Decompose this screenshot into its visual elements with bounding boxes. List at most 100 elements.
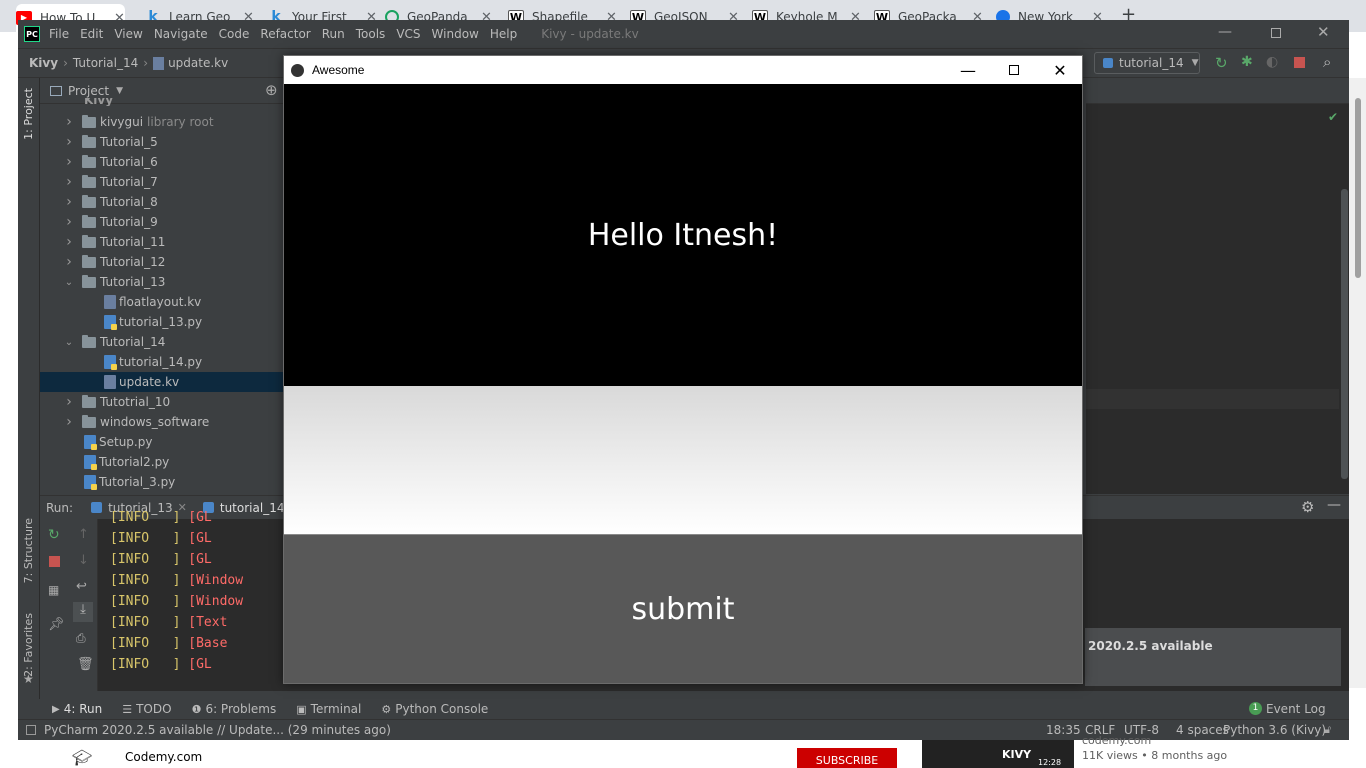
favorites-tool-tab[interactable]: 2: Favorites xyxy=(22,613,35,677)
tree-file-row[interactable]: Setup.py xyxy=(40,432,286,452)
menu-vcs[interactable]: VCS xyxy=(396,27,420,41)
ide-close-button[interactable]: ✕ xyxy=(1317,23,1330,41)
right-scrollbar-track[interactable] xyxy=(1349,78,1366,688)
chevron-right-icon[interactable]: › xyxy=(64,114,74,130)
tree-file-row[interactable]: Tutorial2.py xyxy=(40,452,286,472)
run-config-selector[interactable]: tutorial_14 ▼ xyxy=(1094,52,1200,74)
log-line-partial: [INFO ] [GL xyxy=(110,510,212,525)
python-interpreter[interactable]: Python 3.6 (Kivy) xyxy=(1223,723,1326,737)
search-icon[interactable]: ⌕ xyxy=(1323,53,1331,71)
menu-help[interactable]: Help xyxy=(490,27,517,41)
text-input[interactable] xyxy=(284,386,1082,534)
menu-edit[interactable]: Edit xyxy=(80,27,103,41)
lock-icon[interactable]: 🔓︎ xyxy=(1324,723,1331,737)
status-message[interactable]: PyCharm 2020.2.5 available // Update... … xyxy=(44,723,391,737)
scrollbar-thumb[interactable] xyxy=(1355,98,1361,278)
chevron-right-icon[interactable]: › xyxy=(64,194,74,210)
chevron-down-icon[interactable]: ⌄ xyxy=(64,277,74,288)
chevron-right-icon[interactable]: › xyxy=(64,154,74,170)
log-line: [INFO ] [GL xyxy=(110,552,212,567)
tool-tab-problems[interactable]: 6: Problems xyxy=(205,702,276,716)
layout-icon[interactable]: ▦ xyxy=(48,583,59,597)
tree-folder-row[interactable]: › Tutorial_8 xyxy=(40,192,286,212)
tree-folder-row[interactable]: › windows_software xyxy=(40,412,286,432)
locate-icon[interactable]: ⊕ xyxy=(265,81,278,99)
tree-folder-row[interactable]: › Tutorial_12 xyxy=(40,252,286,272)
submit-button[interactable]: submit xyxy=(284,534,1082,683)
tool-tab-terminal[interactable]: Terminal xyxy=(311,702,362,716)
caret-position[interactable]: 18:35 xyxy=(1046,723,1081,737)
breadcrumb-folder[interactable]: Tutorial_14 xyxy=(73,56,138,70)
menu-run[interactable]: Run xyxy=(322,27,345,41)
tree-folder-row[interactable]: ⌄ Tutorial_13 xyxy=(40,272,286,292)
soft-wrap-icon[interactable]: ↩ xyxy=(76,579,87,594)
chevron-right-icon[interactable]: › xyxy=(64,134,74,150)
tree-file-row[interactable]: tutorial_14.py xyxy=(40,352,286,372)
tree-folder-row[interactable]: › Tutorial_5 xyxy=(40,132,286,152)
menu-view[interactable]: View xyxy=(114,27,142,41)
coverage-icon[interactable]: ◐ xyxy=(1266,54,1278,70)
tool-tab-run[interactable]: 4: Run xyxy=(64,702,103,716)
tree-folder-row[interactable]: › Tutotrial_10 xyxy=(40,392,286,412)
indent-setting[interactable]: 4 spaces xyxy=(1176,723,1229,737)
tree-folder-row[interactable]: › Tutorial_6 xyxy=(40,152,286,172)
video-thumbnail[interactable]: KIVY 12:28 xyxy=(922,740,1074,768)
project-tool-tab[interactable]: 1: Project xyxy=(22,88,35,140)
channel-name[interactable]: Codemy.com xyxy=(125,750,202,764)
trash-icon[interactable]: 🗑︎ xyxy=(77,657,94,672)
breadcrumb-root[interactable]: Kivy xyxy=(29,56,58,70)
print-icon[interactable]: ⎙ xyxy=(76,631,86,646)
scroll-to-end-icon[interactable]: ⤓ xyxy=(73,602,93,622)
menu-refactor[interactable]: Refactor xyxy=(260,27,310,41)
arrow-up-icon[interactable]: ↑ xyxy=(78,527,89,542)
tool-tab-event-log[interactable]: Event Log xyxy=(1266,702,1326,716)
structure-tool-tab[interactable]: 7: Structure xyxy=(22,518,35,583)
scrollbar-thumb[interactable] xyxy=(1341,189,1348,479)
chevron-right-icon[interactable]: › xyxy=(64,414,74,430)
tool-tab-python-console[interactable]: Python Console xyxy=(395,702,488,716)
menu-code[interactable]: Code xyxy=(219,27,250,41)
tree-folder-row[interactable]: › kivygui library root xyxy=(40,112,286,132)
menu-navigate[interactable]: Navigate xyxy=(154,27,208,41)
tree-folder-row[interactable]: › Tutorial_9 xyxy=(40,212,286,232)
tool-tab-todo[interactable]: TODO xyxy=(136,702,171,716)
tree-file-row[interactable]: Tutorial_3.py xyxy=(40,472,286,492)
menu-window[interactable]: Window xyxy=(432,27,479,41)
chevron-right-icon[interactable]: › xyxy=(64,254,74,270)
ide-minimize-button[interactable]: — xyxy=(1218,24,1232,40)
tree-file-row[interactable]: tutorial_13.py xyxy=(40,312,286,332)
app-minimize-button[interactable]: — xyxy=(945,56,991,84)
tree-file-row[interactable]: floatlayout.kv xyxy=(40,292,286,312)
stop-icon[interactable] xyxy=(1294,57,1305,68)
breadcrumb-file[interactable]: update.kv xyxy=(168,56,228,70)
tree-folder-row[interactable]: › Tutorial_7 xyxy=(40,172,286,192)
settings-gear-icon[interactable]: ⚙ xyxy=(1301,498,1314,516)
rerun-icon[interactable]: ↻ xyxy=(48,527,60,543)
project-panel-header: Project ▼ ⊕ xyxy=(40,78,286,104)
hide-panel-icon[interactable]: — xyxy=(1327,497,1341,513)
chevron-right-icon[interactable]: › xyxy=(64,214,74,230)
project-view-selector[interactable]: Project xyxy=(68,84,109,98)
ide-maximize-button[interactable] xyxy=(1271,28,1281,38)
arrow-down-icon[interactable]: ↓ xyxy=(78,553,89,568)
pin-icon[interactable]: 📌︎ xyxy=(48,617,65,632)
app-maximize-button[interactable] xyxy=(991,56,1037,84)
tree-folder-row[interactable]: ⌄ Tutorial_14 xyxy=(40,332,286,352)
run-tab-tutorial-14[interactable]: tutorial_14 xyxy=(220,501,285,515)
editor-scrollbar[interactable] xyxy=(1339,104,1349,494)
debug-icon[interactable]: ✱ xyxy=(1241,54,1253,70)
chevron-right-icon[interactable]: › xyxy=(64,234,74,250)
app-close-button[interactable]: ✕ xyxy=(1037,56,1083,84)
tree-file-row[interactable]: update.kv xyxy=(40,372,286,392)
chevron-right-icon[interactable]: › xyxy=(64,174,74,190)
chevron-down-icon[interactable]: ⌄ xyxy=(64,337,74,348)
update-notification[interactable]: 2020.2.5 available xyxy=(1085,628,1341,686)
chevron-right-icon[interactable]: › xyxy=(64,394,74,410)
subscribe-button[interactable]: SUBSCRIBE xyxy=(797,748,897,768)
stop-icon[interactable] xyxy=(49,556,60,567)
status-toggle-icon[interactable] xyxy=(26,725,36,735)
menu-file[interactable]: File xyxy=(49,27,69,41)
menu-tools[interactable]: Tools xyxy=(356,27,386,41)
rerun-icon[interactable]: ↻ xyxy=(1215,54,1228,72)
tree-folder-row[interactable]: › Tutorial_11 xyxy=(40,232,286,252)
